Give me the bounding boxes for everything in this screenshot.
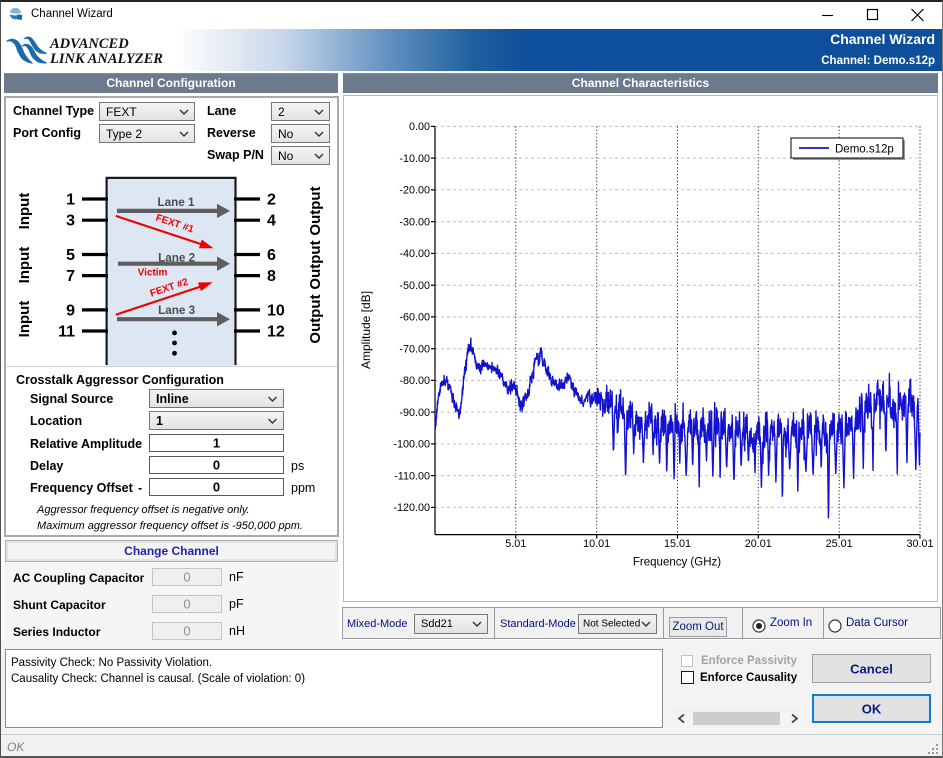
svg-text:Demo.s12p: Demo.s12p <box>835 144 894 156</box>
svg-text:-20.00: -20.00 <box>399 185 430 197</box>
svg-text:30.01: 30.01 <box>906 538 933 550</box>
svg-text:Input: Input <box>16 247 33 284</box>
svg-text:Victim: Victim <box>138 267 168 278</box>
svg-text:-50.00: -50.00 <box>399 280 430 292</box>
svg-text:-90.00: -90.00 <box>399 407 430 419</box>
svg-text:Output: Output <box>307 186 324 235</box>
svg-text:Output: Output <box>307 294 324 343</box>
svg-text:10.01: 10.01 <box>583 538 610 550</box>
svg-text:1: 1 <box>66 192 75 209</box>
svg-text:-10.00: -10.00 <box>399 153 430 165</box>
svg-text:9: 9 <box>66 302 75 319</box>
svg-text:-110.00: -110.00 <box>394 470 430 482</box>
svg-text:11: 11 <box>58 324 75 341</box>
svg-text:25.01: 25.01 <box>826 538 853 550</box>
svg-text:Lane 1: Lane 1 <box>157 196 195 209</box>
svg-text:0.00: 0.00 <box>409 121 430 133</box>
svg-text:10: 10 <box>267 302 285 319</box>
svg-text:Amplitude [dB]: Amplitude [dB] <box>359 291 373 369</box>
svg-text:12: 12 <box>267 324 285 341</box>
svg-text:Input: Input <box>16 301 33 338</box>
svg-text:Input: Input <box>16 193 33 230</box>
svg-text:4: 4 <box>267 213 276 230</box>
svg-text:-80.00: -80.00 <box>399 375 430 387</box>
svg-text:-30.00: -30.00 <box>399 217 430 229</box>
svg-text:5.01: 5.01 <box>505 538 526 550</box>
svg-text:-100.00: -100.00 <box>393 439 430 451</box>
svg-text:-120.00: -120.00 <box>393 502 430 514</box>
svg-text:2: 2 <box>267 192 276 209</box>
svg-text:6: 6 <box>267 247 276 264</box>
svg-text:8: 8 <box>267 268 276 285</box>
svg-text:Lane 2: Lane 2 <box>158 251 196 264</box>
svg-text:5: 5 <box>66 247 75 264</box>
svg-text:Frequency (GHz): Frequency (GHz) <box>633 557 721 569</box>
svg-text:20.01: 20.01 <box>745 538 772 550</box>
svg-text:Output: Output <box>307 240 324 289</box>
svg-text:-60.00: -60.00 <box>399 312 430 324</box>
svg-text:7: 7 <box>66 268 75 285</box>
svg-text:-40.00: -40.00 <box>399 248 430 260</box>
svg-text:3: 3 <box>66 213 75 230</box>
svg-text:15.01: 15.01 <box>664 538 691 550</box>
svg-text:Lane 3: Lane 3 <box>158 304 196 317</box>
svg-text:-70.00: -70.00 <box>399 343 430 355</box>
